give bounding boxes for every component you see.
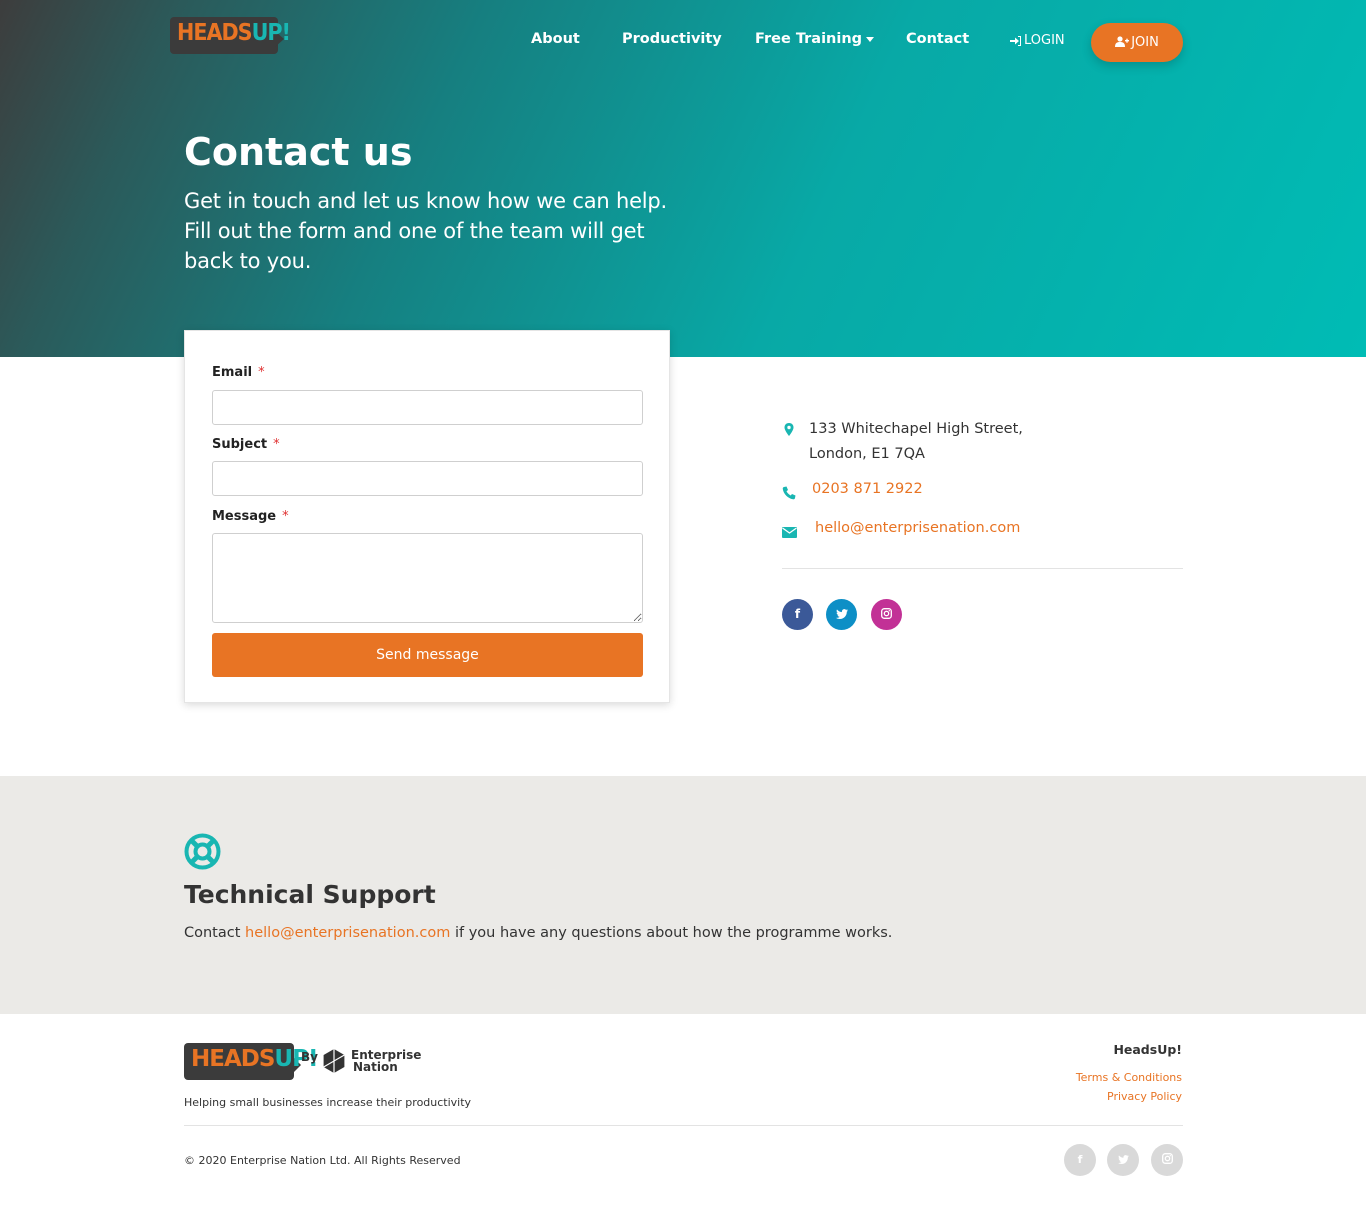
email-label-text: Email (212, 365, 253, 380)
sign-in-icon (1010, 35, 1021, 46)
hero-banner: HEADSUP! About Productivity Free Trainin… (0, 0, 1366, 357)
page-subtitle: Get in touch and let us know how we can … (184, 189, 668, 273)
join-label: JOIN (1131, 35, 1159, 50)
nav-contact[interactable]: Contact (906, 31, 969, 53)
instagram-link[interactable] (871, 599, 902, 630)
user-plus-icon (1115, 36, 1130, 47)
twitter-icon (1117, 1155, 1129, 1164)
envelope-icon (782, 527, 797, 538)
footer-logo-by: By (301, 1050, 318, 1064)
phone-link[interactable]: 0203 871 2922 (812, 481, 923, 497)
logo-up-text: UP! (251, 20, 291, 46)
footer-instagram-link[interactable] (1151, 1144, 1183, 1176)
footer-divider (184, 1125, 1183, 1126)
headsup-logo[interactable]: HEADSUP! (170, 17, 291, 55)
join-button[interactable]: JOIN (1091, 23, 1183, 62)
email-field[interactable] (212, 390, 643, 425)
instagram-icon (881, 608, 892, 619)
message-label-text: Message (212, 509, 277, 524)
support-text-after: if you have any questions about how the … (450, 925, 893, 941)
enterprise-nation-wordmark: Enterprise Nation (351, 1049, 421, 1073)
twitter-icon (835, 609, 848, 619)
privacy-link[interactable]: Privacy Policy (1107, 1090, 1182, 1103)
login-link[interactable]: LOGIN (1010, 33, 1065, 48)
subject-field[interactable] (212, 461, 643, 496)
map-marker-icon (784, 423, 794, 436)
copyright: © 2020 Enterprise Nation Ltd. All Rights… (184, 1154, 461, 1167)
support-title: Technical Support (184, 880, 436, 909)
support-email-link[interactable]: hello@enterprisenation.com (245, 925, 450, 941)
nav-free-training[interactable]: Free Training (755, 31, 875, 53)
caret-down-icon (866, 36, 875, 42)
required-mark: * (258, 365, 265, 380)
login-label: LOGIN (1024, 33, 1065, 48)
footer-facebook-link[interactable]: f (1064, 1144, 1096, 1176)
logo-heads-text: HEADS (177, 20, 253, 46)
lifebuoy-icon (184, 833, 221, 870)
email-label: Email * (212, 365, 265, 380)
required-mark: * (273, 437, 280, 452)
subject-label-text: Subject (212, 437, 268, 452)
twitter-link[interactable] (826, 599, 857, 630)
contact-form-card: Email * Subject * Message * Send message (184, 330, 670, 703)
address: 133 Whitechapel High Street, London, E1 … (809, 417, 1023, 467)
page-title: Contact us (184, 130, 413, 174)
facebook-icon: f (794, 607, 801, 621)
email-link[interactable]: hello@enterprisenation.com (815, 520, 1020, 536)
facebook-link[interactable]: f (782, 599, 813, 630)
nav-about[interactable]: About (531, 31, 580, 53)
enterprise-nation-logo-icon (323, 1049, 345, 1073)
footer-tagline: Helping small businesses increase their … (184, 1096, 472, 1109)
footer-twitter-link[interactable] (1107, 1144, 1139, 1176)
divider (782, 568, 1183, 569)
nav-productivity[interactable]: Productivity (622, 31, 722, 53)
phone-icon (782, 486, 796, 500)
footer-links-title: HeadsUp! (1113, 1042, 1182, 1057)
message-label: Message * (212, 509, 289, 524)
support-text: Contact hello@enterprisenation.com if yo… (184, 925, 892, 941)
support-text-before: Contact (184, 925, 246, 941)
nav-free-training-label: Free Training (755, 31, 863, 47)
subject-label: Subject * (212, 437, 280, 452)
message-field[interactable] (212, 533, 643, 623)
terms-link[interactable]: Terms & Conditions (1076, 1071, 1182, 1084)
address-line-2: London, E1 7QA (809, 446, 925, 462)
address-line-1: 133 Whitechapel High Street, (809, 421, 1023, 437)
footer-logo[interactable]: HEADSUP! By Enterprise Nation (184, 1043, 421, 1081)
send-message-button[interactable]: Send message (212, 633, 643, 677)
facebook-icon: f (1077, 1153, 1083, 1166)
instagram-icon (1161, 1153, 1173, 1164)
nation-text: Nation (353, 1060, 398, 1074)
required-mark: * (282, 509, 289, 524)
footer-logo-heads: HEADS (191, 1046, 275, 1072)
